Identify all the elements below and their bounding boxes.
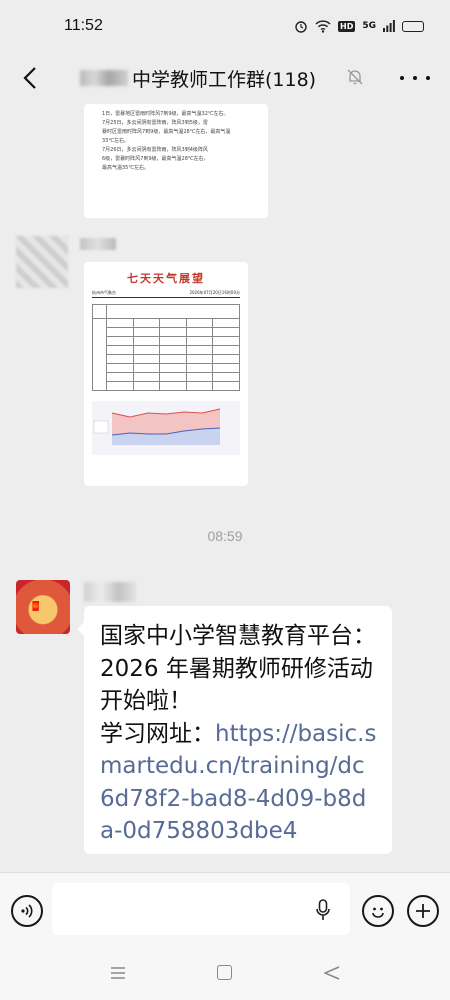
input-bar [0, 872, 450, 948]
avatar[interactable] [16, 236, 68, 288]
more-actions-button[interactable] [407, 895, 439, 927]
chat-header: 中学教师工作群(118) [0, 52, 450, 104]
emoji-button[interactable] [362, 895, 394, 927]
forecast-title: 七天天气展望 [127, 272, 205, 285]
doc-line: 最高气温35℃左右。 [102, 165, 149, 171]
forecast-subtitle: 杭州市气象台 2026年07月20日16时00分 [92, 290, 240, 298]
wifi-icon [315, 19, 331, 33]
avatar[interactable]: 🧧 [16, 580, 70, 634]
mute-bell-icon [347, 69, 363, 85]
battery-icon [402, 20, 424, 32]
status-time: 11:52 [64, 17, 103, 34]
doc-line: 6级，雷暴时阵风7到9级，最高气温28℃左右， [102, 156, 209, 162]
image-message-document[interactable]: 1日，雷暴地区雷雨时阵风7到9级，最高气温32℃左右。 7月25日，多云间阴有雷… [84, 104, 268, 218]
redacted-group-name [80, 70, 128, 86]
text-message-bubble[interactable]: 国家中小学智慧教育平台： 2026 年暑期教师研修活动 开始啦！ 学习网址：ht… [77, 606, 392, 854]
network-label: 5G [362, 21, 376, 31]
hd-badge: HD [338, 20, 356, 32]
signal-icon [383, 20, 395, 32]
url-label: 学习网址： [100, 720, 215, 747]
forecast-chart [92, 401, 240, 455]
chat-title-text: 中学教师工作群(118) [132, 68, 317, 91]
back-triangle-icon[interactable] [324, 966, 340, 980]
alarm-icon [295, 21, 307, 33]
message-input[interactable] [52, 883, 350, 935]
more-options-button[interactable] [400, 66, 430, 90]
doc-line: 1日，雷暴地区雷雨时阵风7到9级，最高气温32℃左右。 [102, 111, 229, 117]
doc-line: 暴时区雷雨时阵风7到9级，最高气温28℃左右，最高气温 [102, 129, 231, 135]
message-line: 2026 年暑期教师研修活动 [100, 655, 373, 682]
microphone-icon[interactable] [316, 899, 330, 921]
status-bar: 11:52 HD 5G [0, 0, 450, 52]
time-separator: 08:59 [207, 528, 243, 544]
smiley-icon [372, 907, 384, 918]
forecast-source: 杭州市气象台 [92, 290, 116, 295]
back-button[interactable] [14, 62, 46, 94]
message-url-row: 学习网址：https://basic.smartedu.cn/training/… [100, 718, 378, 848]
recent-apps-icon[interactable] [110, 966, 126, 980]
forecast-timestamp: 2026年07月20日16时00分 [189, 290, 240, 295]
doc-line: 7月25日，多云间阴有雷阵雨，阵风3到5级，雷 [102, 120, 208, 126]
forecast-table [92, 304, 240, 391]
plus-icon [416, 904, 430, 918]
chevron-left-icon [23, 67, 36, 89]
status-icons: HD 5G [294, 19, 424, 33]
image-message-forecast[interactable]: 七天天气展望 杭州市气象台 2026年07月20日16时00分 [84, 262, 248, 486]
system-nav-bar [0, 948, 450, 1000]
voice-wave-icon [21, 904, 33, 918]
redacted-sender-name [84, 582, 136, 602]
redacted-sender-name [80, 238, 116, 250]
home-button[interactable] [217, 965, 232, 980]
voice-input-button[interactable] [11, 895, 43, 927]
chat-title: 中学教师工作群(118) [80, 64, 316, 92]
message-line: 国家中小学智慧教育平台： [100, 623, 376, 649]
doc-line: 33℃左右。 [102, 138, 129, 144]
message-line: 开始啦！ [100, 688, 192, 714]
avatar-decoration: 🧧 [30, 602, 42, 612]
doc-line: 7月26日，多云间阴有雷阵雨，阵风3到4级阵风 [102, 147, 208, 153]
